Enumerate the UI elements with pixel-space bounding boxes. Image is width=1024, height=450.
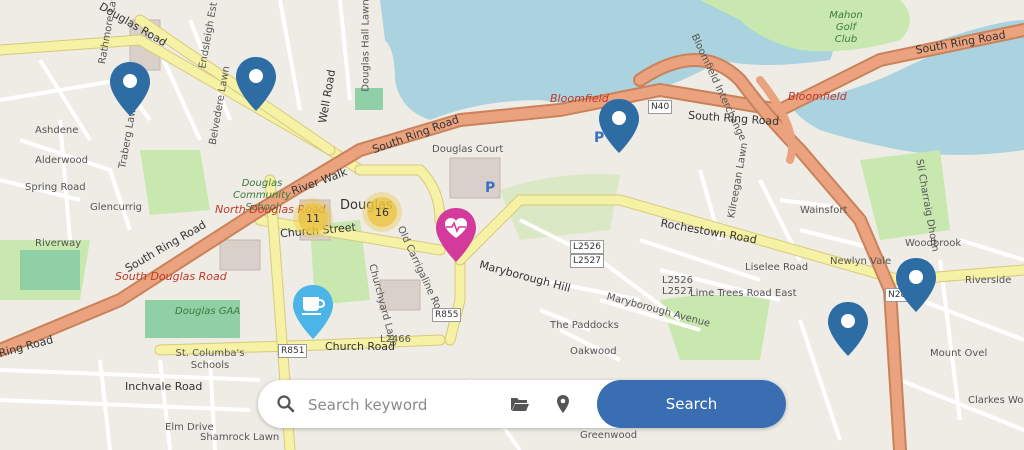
location-icon[interactable] xyxy=(556,394,570,419)
map-pin[interactable] xyxy=(233,55,279,113)
search-input[interactable] xyxy=(306,390,500,420)
map-pin[interactable] xyxy=(107,60,153,118)
search-bar: Search xyxy=(258,380,786,428)
map-pin[interactable] xyxy=(596,97,642,155)
search-button[interactable]: Search xyxy=(597,380,786,428)
location-pin-icon xyxy=(110,62,150,116)
coffee-cup-icon xyxy=(293,285,333,339)
map-view[interactable]: Douglas Road Rathmore Lawn Belvedere Law… xyxy=(0,0,1024,450)
cluster-marker[interactable]: 16 xyxy=(367,197,397,227)
heart-pulse-icon xyxy=(436,208,476,262)
map-pin[interactable] xyxy=(893,256,939,314)
location-pin-icon xyxy=(896,258,936,312)
map-pin[interactable] xyxy=(825,300,871,358)
cluster-marker[interactable]: 11 xyxy=(298,203,328,233)
folder-icon[interactable] xyxy=(510,395,530,418)
cafe-pin[interactable] xyxy=(290,283,336,341)
location-pin-icon xyxy=(599,99,639,153)
location-pin-icon xyxy=(236,57,276,111)
search-icon[interactable] xyxy=(276,394,296,419)
health-pin[interactable] xyxy=(433,206,479,264)
location-pin-icon xyxy=(828,302,868,356)
